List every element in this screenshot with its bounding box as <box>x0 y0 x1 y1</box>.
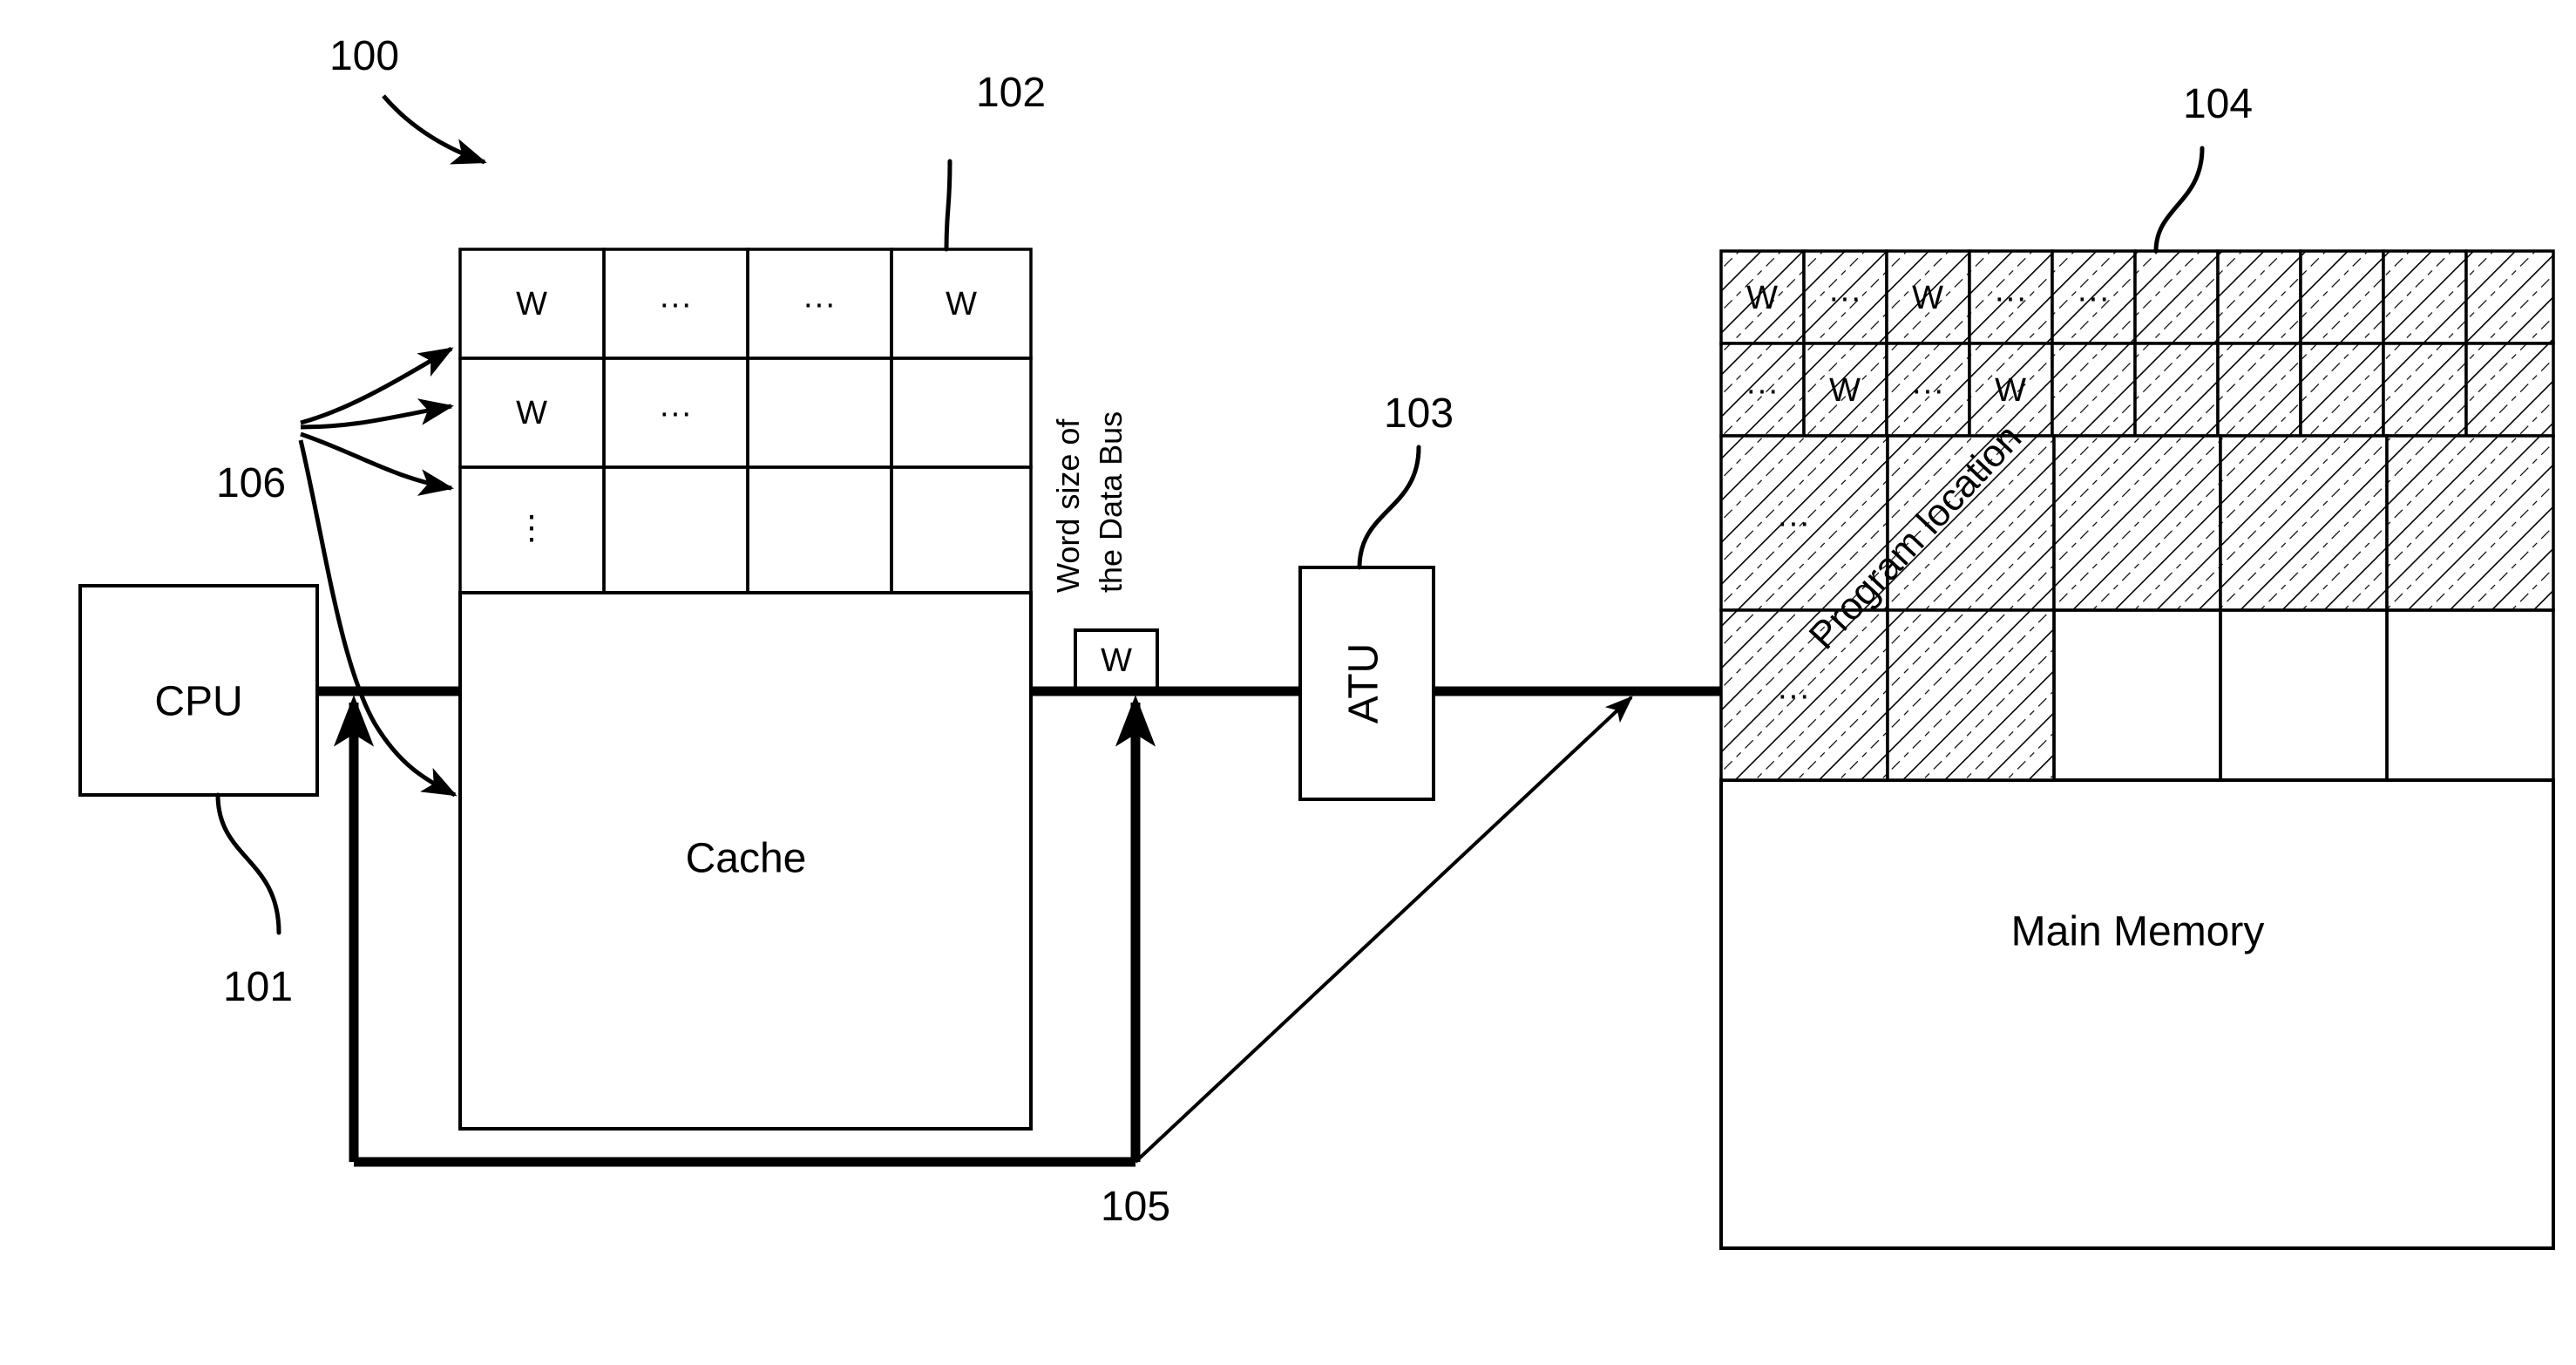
cache-lines-callout: 106 <box>216 346 458 798</box>
figure-canvas: CPU 101 100 Cache W ··· ··· W W ··· ⋮ 10… <box>78 33 2555 1250</box>
cache-cell-text: ⋮ <box>515 510 548 547</box>
memory-cell-text: ··· <box>1994 280 2027 316</box>
memory-cell-text: ··· <box>1777 677 1810 714</box>
cache-cell-text: ··· <box>659 395 692 431</box>
ref-106: 106 <box>216 460 286 506</box>
ref-103: 103 <box>1384 390 1454 437</box>
memory-cell <box>2385 608 2555 782</box>
main-memory-block: Main Memory W ··· W ··· ··· ··· W ··· W … <box>1719 81 2555 1250</box>
memory-cell <box>2051 342 2137 438</box>
cache-cell <box>890 465 1033 594</box>
memory-cell <box>2052 434 2222 612</box>
memory-grid: W ··· W ··· ··· ··· W ··· W ··· ··· Prog… <box>1719 249 2555 782</box>
cache-cell-text: W <box>516 395 547 431</box>
memory-cell <box>2464 342 2555 438</box>
memory-cell-text: ··· <box>1828 280 1861 316</box>
memory-cell-text: W <box>1995 372 2026 409</box>
cache-line-arrow-3 <box>300 431 454 496</box>
memory-cell-text: W <box>1829 372 1861 409</box>
memory-cell <box>1886 608 2056 782</box>
memory-cell <box>2219 608 2389 782</box>
memory-cell-text: ··· <box>1746 372 1779 409</box>
system-reference: 100 <box>329 33 487 165</box>
cpu-leader-line <box>215 792 281 935</box>
word-size-group: W Word size of the Data Bus <box>1050 411 1159 695</box>
cache-block: Cache W ··· ··· W W ··· ⋮ 102 <box>458 70 1046 1131</box>
atu-leader-line <box>1357 445 1421 570</box>
cpu-block: CPU 101 <box>78 584 319 1010</box>
main-memory-body <box>1719 778 2555 1250</box>
bus-diagonal-leader <box>1134 696 1633 1164</box>
cache-cell-text: W <box>516 286 547 323</box>
memory-cell-text: ··· <box>1911 372 1944 409</box>
memory-cell <box>2299 342 2385 438</box>
ref-104: 104 <box>2183 81 2253 127</box>
atu-block: ATU 103 <box>1298 390 1454 801</box>
system-leader-arrow <box>382 94 487 165</box>
memory-cell <box>2385 434 2555 612</box>
bus-width-label-line2: the Data Bus <box>1093 411 1129 593</box>
cache-label: Cache <box>686 836 807 882</box>
memory-cell <box>2382 342 2468 438</box>
cache-cell <box>746 357 893 469</box>
memory-cell <box>2133 249 2220 345</box>
memory-cell-text: W <box>1912 280 1943 316</box>
cache-cell-text: W <box>946 286 977 323</box>
cache-cell <box>890 357 1033 469</box>
memory-cell <box>2219 434 2389 612</box>
patent-figure: CPU 101 100 Cache W ··· ··· W W ··· ⋮ 10… <box>0 0 2576 1365</box>
cpu-label: CPU <box>154 679 242 725</box>
memory-cell <box>2299 249 2385 345</box>
cache-line-grid: W ··· ··· W W ··· ⋮ <box>458 248 1033 594</box>
ref-101: 101 <box>223 964 293 1010</box>
memory-cell <box>2052 608 2222 782</box>
memory-cell <box>2382 249 2468 345</box>
memory-cell-text: W <box>1746 280 1778 316</box>
ref-102: 102 <box>976 70 1046 116</box>
cache-leader-line <box>944 159 952 252</box>
atu-label: ATU <box>1341 643 1387 723</box>
cache-body-arrow <box>298 439 458 798</box>
memory-cell-text: ··· <box>2077 280 2110 316</box>
cache-cell-text: ··· <box>659 286 692 323</box>
cache-cell-text: ··· <box>803 286 836 323</box>
memory-cell <box>2216 249 2302 345</box>
cache-cell <box>602 465 749 594</box>
word-box-label: W <box>1101 642 1132 679</box>
memory-cell <box>2216 342 2302 438</box>
memory-cell-text: ··· <box>1777 505 1810 541</box>
main-memory-leader-line <box>2153 146 2205 254</box>
memory-cell <box>2464 249 2555 345</box>
cache-cell <box>746 465 893 594</box>
bus-feedback-path: 105 <box>333 695 1633 1230</box>
ref-100: 100 <box>329 33 399 79</box>
bus-width-label-line1: Word size of <box>1050 418 1086 593</box>
ref-105: 105 <box>1101 1184 1170 1230</box>
main-memory-label: Main Memory <box>2011 909 2265 955</box>
memory-cell <box>2133 342 2220 438</box>
